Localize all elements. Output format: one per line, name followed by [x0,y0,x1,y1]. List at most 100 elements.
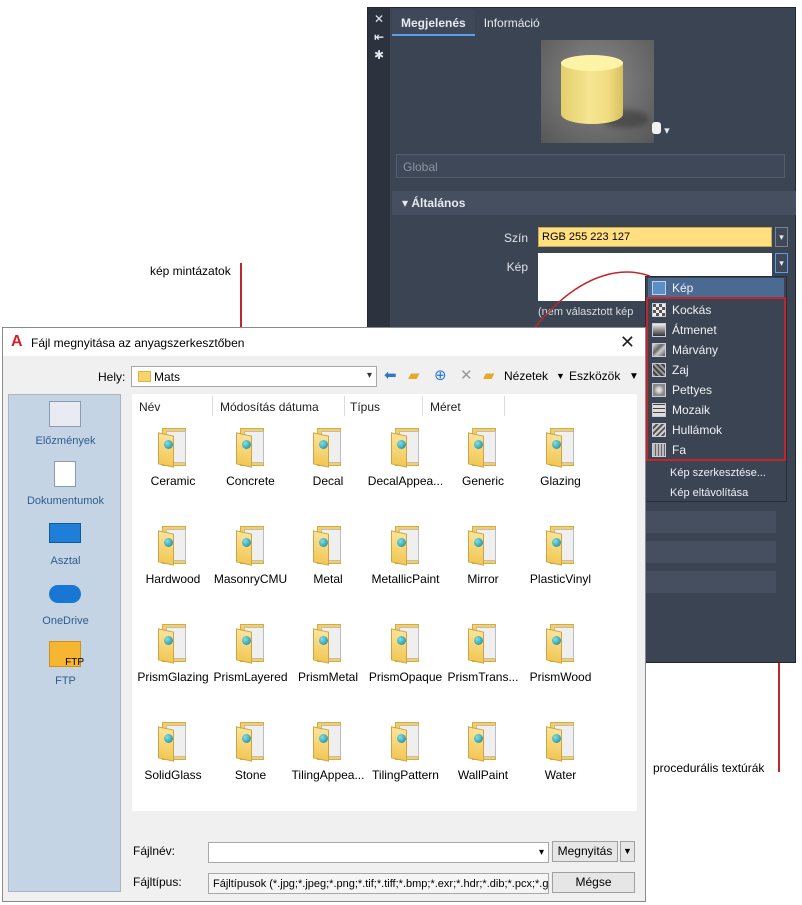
place-label: Dokumentumok [26,495,105,507]
section-general-label: Általános [411,196,466,210]
file-item[interactable]: Water [522,722,600,782]
file-item[interactable]: Ceramic [134,428,212,488]
column-size[interactable]: Méret [430,400,461,414]
color-value: RGB 255 223 127 [542,231,631,243]
web-search-icon[interactable]: ⊕ [434,366,447,384]
column-type[interactable]: Típus [350,400,380,414]
preview-shape-button[interactable]: ▾ [652,122,670,137]
back-arrow-icon[interactable]: ⬅ [384,366,397,384]
chevron-down-icon: ▾ [366,370,372,381]
file-item[interactable]: Mirror [444,526,522,586]
column-separator[interactable] [422,396,423,416]
file-name: Metal [313,572,343,586]
filetype-select[interactable]: Fájltípusok (*.jpg;*.jpeg;*.png;*.tif;*.… [208,873,549,894]
place-label: FTP [55,675,76,687]
collapsed-section-2[interactable] [646,541,776,563]
menu-item-edit-image[interactable]: Kép szerkesztése... [670,467,766,479]
file-name: Decal [312,474,344,488]
file-list[interactable]: Név Módosítás dátuma Típus Méret Ceramic… [132,394,637,811]
tools-menu[interactable]: Eszközök [569,369,620,383]
desktop-icon [49,523,81,543]
menu-item-image[interactable]: Kép [648,278,784,298]
file-name: Hardwood [145,572,201,586]
class-field[interactable]: Global [396,154,785,178]
file-item[interactable]: DecalAppea... [367,428,445,488]
menu-item-label: Kép [672,281,694,295]
location-combo[interactable]: Mats ▾ [131,366,377,387]
column-separator[interactable] [212,396,213,416]
material-folder-icon [390,624,421,664]
delete-icon[interactable]: ✕ [460,366,473,384]
material-preview[interactable] [541,40,654,143]
place-label: Előzmények [35,435,96,447]
tab-information[interactable]: Információ [475,10,549,36]
close-icon[interactable]: ✕ [368,12,390,26]
file-item[interactable]: Stone [212,722,290,782]
file-item[interactable]: PrismWood [522,624,600,684]
file-item[interactable]: TilingPattern [367,722,445,782]
collapsed-section-3[interactable] [646,571,776,593]
file-item[interactable]: TilingAppea... [289,722,367,782]
dialog-titlebar: A Fájl megnyitása az anyagszerkesztőben … [3,328,645,356]
file-item[interactable]: PrismLayered [212,624,290,684]
file-item[interactable]: PrismTrans... [444,624,522,684]
material-folder-icon [235,722,266,762]
file-name: Generic [461,474,505,488]
file-item[interactable]: WallPaint [444,722,522,782]
column-separator[interactable] [344,396,345,416]
file-item[interactable]: MasonryCMU [212,526,290,586]
column-name[interactable]: Név [139,400,160,414]
open-button[interactable]: Megnyitás [552,841,618,862]
menu-item-remove-image[interactable]: Kép eltávolítása [670,487,748,499]
collapsed-section-1[interactable] [646,511,776,533]
material-folder-icon [313,526,343,566]
column-separator[interactable] [504,396,505,416]
material-folder-icon [545,624,576,664]
file-item[interactable]: Concrete [212,428,290,488]
chevron-down-icon: ▾ [538,847,544,858]
views-menu[interactable]: Nézetek [504,369,548,383]
close-icon[interactable]: ✕ [620,332,635,353]
up-folder-icon[interactable]: ▰ [408,366,420,384]
file-item[interactable]: PrismGlazing [134,624,212,684]
file-item[interactable]: Decal [289,428,367,488]
file-name: Stone [234,768,267,782]
file-item[interactable]: Hardwood [134,526,212,586]
image-dropdown-button[interactable]: ▾ [775,253,788,273]
material-folder-icon [545,428,576,468]
settings-icon[interactable]: ✱ [368,48,390,62]
folder-icon [138,371,151,382]
file-item[interactable]: Glazing [522,428,600,488]
collapse-icon[interactable]: ⇤ [368,30,390,44]
file-item[interactable]: PrismMetal [289,624,367,684]
file-name: Ceramic [150,474,196,488]
file-item[interactable]: MetallicPaint [367,526,445,586]
new-folder-icon[interactable]: ▰ [483,366,495,384]
column-date[interactable]: Módosítás dátuma [220,400,319,414]
material-folder-icon [545,526,576,566]
open-options-button[interactable]: ▼ [620,841,635,862]
file-item[interactable]: SolidGlass [134,722,212,782]
file-item[interactable]: PrismOpaque [367,624,445,684]
annotation-line-patterns [240,263,242,327]
file-name: DecalAppea... [367,474,444,488]
file-name: PrismMetal [297,670,358,684]
tools-dropdown-icon[interactable]: ▼ [556,371,565,381]
file-item[interactable]: PlasticVinyl [522,526,600,586]
file-name: WallPaint [457,768,509,782]
cloud-icon [49,585,81,603]
section-general[interactable]: ▾ Általános [392,191,796,215]
material-folder-icon [468,722,498,762]
tab-appearance[interactable]: Megjelenés [392,10,475,36]
filetype-label: Fájltípus: [133,875,182,889]
material-folder-icon [468,526,498,566]
color-field[interactable]: RGB 255 223 127 [538,227,772,247]
cancel-button[interactable]: Mégse [552,872,635,893]
file-item[interactable]: Generic [444,428,522,488]
material-folder-icon [545,722,576,762]
toolbar-overflow-icon[interactable]: ▼ [629,371,639,382]
file-item[interactable]: Metal [289,526,367,586]
filename-input[interactable]: ▾ [208,842,549,863]
editor-tabs: Megjelenés Információ [392,10,549,36]
color-dropdown-button[interactable]: ▾ [775,227,788,247]
